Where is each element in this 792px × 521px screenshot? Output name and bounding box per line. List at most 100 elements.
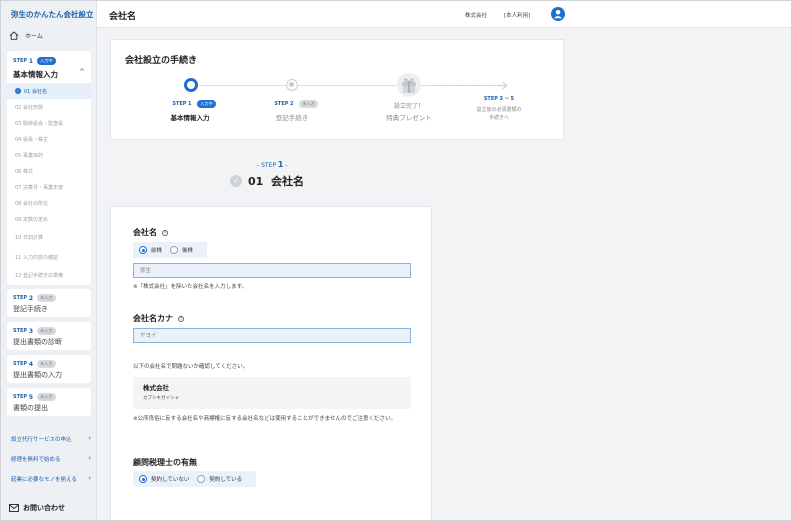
- step-title: 登記手続き: [13, 305, 48, 313]
- process-step3-header: STEP 3 ~ 5: [469, 96, 529, 102]
- advisor-radio-group: 契約していない 契約している: [133, 471, 257, 487]
- sidebar-link-incorporation-service[interactable]: 設立代行サービスの申込 ›: [11, 434, 91, 443]
- process-gift-label: 特典プレゼント: [386, 114, 432, 122]
- sidebar-subitem[interactable]: 07 決算月・事業年度: [7, 179, 91, 195]
- step-header: STEP 3 未入力: [13, 327, 56, 335]
- field-label: 顧問税理士の有無: [133, 458, 197, 467]
- sidebar-item-home[interactable]: ホーム: [9, 31, 43, 40]
- sidebar-subitem[interactable]: 06 株式: [7, 163, 91, 179]
- confirm-instruction: 以下の会社名で問題ないか確認してください。: [133, 364, 249, 370]
- step-header: STEP 2 未入力: [13, 294, 56, 302]
- company-kana-input[interactable]: [133, 328, 411, 343]
- radio-no-contract[interactable]: 契約していない: [139, 475, 189, 483]
- sidebar-link-startup-goods[interactable]: 起業に必要なモノを揃える ›: [11, 474, 91, 483]
- company-kana-label: 会社名カナ?: [133, 313, 184, 324]
- radio-selected-icon: [139, 246, 147, 254]
- app-window: 弥生のかんたん会社設立 ホーム STEP 1 入力中 基本情報入力 ^ ✓ 01 …: [0, 0, 792, 521]
- sidebar-subitem[interactable]: 09 定款の定め: [7, 211, 91, 227]
- link-label: 設立代行サービスの申込: [11, 437, 72, 443]
- status-badge: 入力中: [197, 100, 216, 108]
- help-icon[interactable]: ?: [178, 315, 184, 322]
- step-number: 2: [290, 101, 294, 107]
- sidebar-step2[interactable]: STEP 2 未入力 登記手続き: [7, 289, 91, 317]
- step-text: STEP: [172, 101, 187, 107]
- step-number: 5: [28, 393, 34, 401]
- radio-has-contract[interactable]: 契約している: [197, 475, 242, 483]
- check-circle-icon: ✓: [230, 175, 242, 187]
- status-badge: 未入力: [37, 294, 56, 302]
- step-header: STEP 4 未入力: [13, 360, 56, 368]
- company-name-preview: 株式会社 カブシキガイシャ: [133, 377, 411, 409]
- kabu-position-radio-group: 前株 後株: [133, 242, 208, 258]
- step-text: STEP: [13, 394, 28, 400]
- status-badge: 未入力: [37, 393, 56, 401]
- sidebar: 弥生のかんたん会社設立 ホーム STEP 1 入力中 基本情報入力 ^ ✓ 01 …: [1, 1, 97, 520]
- sidebar-subitem[interactable]: 11 入力内容の確認: [7, 249, 91, 265]
- link-label: 経理を無料で始める: [11, 457, 61, 463]
- step-header: STEP 5 未入力: [13, 393, 56, 401]
- process-step2-header: STEP 2 未入力: [271, 100, 321, 108]
- step-number: 1: [188, 101, 192, 107]
- sidebar-subitem[interactable]: 05 事業目的: [7, 147, 91, 163]
- sidebar-step1-header: STEP 1 入力中: [13, 57, 56, 65]
- chevron-right-icon: ›: [88, 434, 91, 442]
- sidebar-step5[interactable]: STEP 5 未入力 書類の提出: [7, 388, 91, 416]
- radio-unselected-icon: [170, 246, 179, 254]
- chevron-right-icon: ›: [88, 454, 91, 462]
- company-name-note: ※「株式会社」を除いた会社名を入力します。: [133, 284, 248, 290]
- check-icon: ✓: [15, 88, 21, 94]
- link-label: 起業に必要なモノを揃える: [11, 477, 77, 483]
- step-number: 1: [277, 160, 284, 169]
- step-title: 提出書類の入力: [13, 371, 62, 379]
- field-label: 会社名: [133, 228, 157, 237]
- contact-link[interactable]: お問い合わせ: [9, 503, 65, 513]
- contact-label: お問い合わせ: [23, 504, 65, 512]
- sidebar-subitem[interactable]: 10 日割計算: [7, 229, 91, 245]
- sidebar-subitem[interactable]: 12 登記手続きの準備: [7, 267, 91, 283]
- mail-icon: [9, 504, 19, 512]
- step-number: 1: [28, 57, 34, 65]
- preview-kana: カブシキガイシャ: [143, 396, 179, 401]
- radio-label: 後株: [182, 248, 194, 254]
- process-complete-label: 設立完了！: [393, 103, 424, 110]
- radio-maekabu[interactable]: 前株: [139, 246, 162, 254]
- status-badge: 未入力: [37, 327, 56, 335]
- sidebar-subitem[interactable]: 03 取締役会・監査役: [7, 115, 91, 131]
- page-title: 会社名: [109, 12, 137, 22]
- step-text: STEP: [13, 58, 28, 64]
- chevron-up-icon[interactable]: ^: [79, 68, 85, 76]
- sidebar-step3[interactable]: STEP 3 未入力 提出書類の診断: [7, 322, 91, 350]
- warning-note: ※公序良俗に反する会社名や商標権に反する会社名などは使用することができませんので…: [133, 416, 396, 422]
- step-text: STEP: [13, 295, 28, 301]
- brand-logo[interactable]: 弥生のかんたん会社設立: [11, 9, 94, 20]
- section-number: 01: [248, 174, 264, 188]
- sidebar-subitem-company-name[interactable]: ✓ 01 会社名: [7, 83, 91, 99]
- status-badge: 入力中: [37, 57, 56, 65]
- step-pending-dot: [286, 79, 298, 91]
- radio-atokabu[interactable]: 後株: [170, 246, 193, 254]
- step-indicator: - STEP 1 -: [257, 160, 288, 169]
- chevron-right-icon: ›: [88, 474, 91, 482]
- step-number: 4: [28, 360, 34, 368]
- radio-selected-icon: [139, 475, 147, 483]
- sidebar-step4[interactable]: STEP 4 未入力 提出書類の入力: [7, 355, 91, 383]
- process-step3-sublabel: 手続きへ: [488, 115, 509, 121]
- user-avatar-icon[interactable]: [551, 7, 565, 21]
- process-step2-label: 登記手続き: [275, 114, 309, 122]
- sidebar-subitem[interactable]: 02 会社形態: [7, 99, 91, 115]
- company-name-input[interactable]: [133, 263, 411, 278]
- preview-name: 株式会社: [143, 384, 169, 392]
- process-step1-label: 基本情報入力: [170, 114, 210, 122]
- sidebar-link-free-accounting[interactable]: 経理を無料で始める ›: [11, 454, 91, 463]
- help-icon[interactable]: ?: [162, 229, 168, 236]
- field-label: 会社名カナ: [133, 314, 173, 323]
- step-text: STEP: [13, 328, 28, 334]
- step-text: STEP: [483, 96, 498, 102]
- sidebar-step1-title[interactable]: 基本情報入力: [13, 69, 58, 80]
- radio-label: 前株: [151, 248, 163, 254]
- step-text: STEP: [13, 361, 28, 367]
- sidebar-subitem[interactable]: 08 会社の所在: [7, 195, 91, 211]
- company-name: 株式会社: [465, 13, 488, 19]
- step-prefix: - STEP: [257, 162, 276, 169]
- sidebar-subitem[interactable]: 04 役員・株主: [7, 131, 91, 147]
